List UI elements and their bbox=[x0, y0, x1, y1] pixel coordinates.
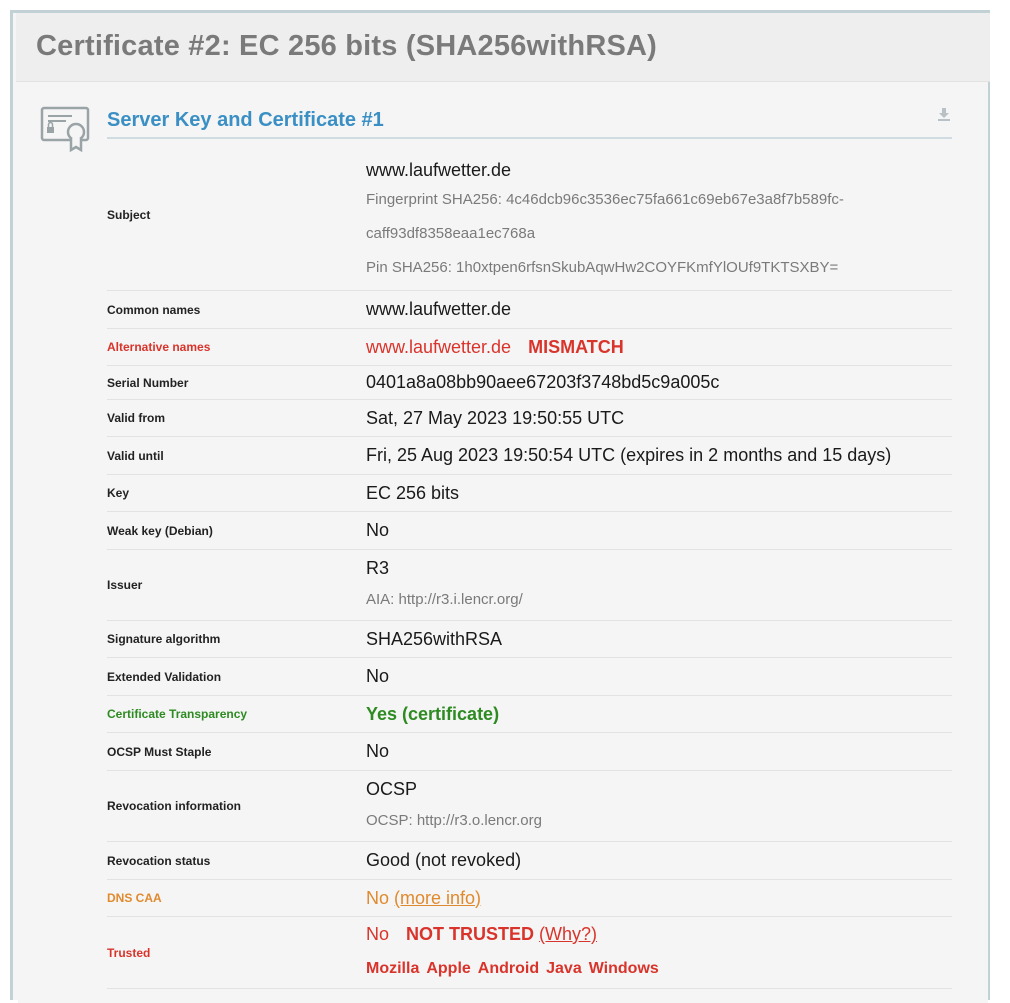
row-value-dns-caa: No (more info) bbox=[366, 880, 952, 916]
issuer-value: R3 bbox=[366, 558, 390, 578]
row-label-dns-caa: DNS CAA bbox=[107, 891, 162, 905]
report-frame: Certificate #2: EC 256 bits (SHA256withR… bbox=[10, 10, 990, 1003]
row-label-subject: Subject bbox=[107, 207, 151, 222]
issuer-aia: AIA: http://r3.i.lencr.org/ bbox=[366, 591, 523, 608]
certificate-panel: Server Key and Certificate #1 Subject ww… bbox=[18, 82, 988, 1003]
trust-store-list: Mozilla Apple Android Java Windows bbox=[366, 957, 952, 978]
row-subject: Subject www.laufwetter.de Fingerprint SH… bbox=[107, 139, 952, 291]
row-alternative-names: Alternative names www.laufwetter.de MISM… bbox=[107, 329, 952, 366]
trust-store-windows: Windows bbox=[588, 960, 659, 977]
row-extended-validation: Extended Validation No bbox=[107, 658, 952, 696]
row-value-revocation-information: OCSP OCSP: http://r3.o.lencr.org bbox=[366, 771, 952, 841]
row-label-alternative-names: Alternative names bbox=[107, 340, 211, 354]
fingerprint-line-2: caff93df8358eaa1ec768a bbox=[366, 225, 536, 242]
certificate-details-table: Subject www.laufwetter.de Fingerprint SH… bbox=[107, 139, 952, 989]
valid-from-value: Sat, 27 May 2023 19:50:55 UTC bbox=[366, 407, 625, 428]
row-label-weak-key: Weak key (Debian) bbox=[107, 523, 213, 538]
row-label-serial-number: Serial Number bbox=[107, 375, 189, 390]
dns-caa-more-info-link[interactable]: (more info) bbox=[394, 888, 481, 908]
row-label-certificate-transparency: Certificate Transparency bbox=[107, 707, 248, 721]
key-value: EC 256 bits bbox=[366, 482, 460, 503]
trust-store-apple: Apple bbox=[426, 960, 471, 977]
row-label-signature-algorithm: Signature algorithm bbox=[107, 632, 221, 646]
row-label-revocation-information: Revocation information bbox=[107, 799, 242, 813]
pin-sha256: Pin SHA256: 1h0xtpen6rfsnSkubAqwHw2COYFK… bbox=[366, 259, 839, 276]
row-label-common-names: Common names bbox=[107, 302, 201, 317]
page-title: Certificate #2: EC 256 bits (SHA256withR… bbox=[36, 30, 657, 62]
alternative-names-value: www.laufwetter.de bbox=[366, 336, 512, 357]
valid-until-value: Fri, 25 Aug 2023 19:50:54 UTC (expires i… bbox=[366, 445, 892, 465]
revocation-status-value: Good (not revoked) bbox=[366, 850, 522, 870]
row-ocsp-must-staple: OCSP Must Staple No bbox=[107, 733, 952, 771]
trust-store-java: Java bbox=[546, 960, 582, 977]
row-common-names: Common names www.laufwetter.de bbox=[107, 291, 952, 329]
row-valid-until: Valid until Fri, 25 Aug 2023 19:50:54 UT… bbox=[107, 437, 952, 475]
serial-number-value: 0401a8a08bb90aee67203f3748bd5c9a005c bbox=[366, 372, 720, 392]
row-label-valid-until: Valid until bbox=[107, 448, 164, 463]
row-label-issuer: Issuer bbox=[107, 578, 143, 592]
row-value-subject: www.laufwetter.de Fingerprint SHA256: 4c… bbox=[366, 139, 952, 290]
certificate-transparency-value: Yes (certificate) bbox=[366, 703, 500, 724]
row-label-revocation-status: Revocation status bbox=[107, 853, 211, 868]
certificate-header: Certificate #2: EC 256 bits (SHA256withR… bbox=[16, 13, 990, 82]
row-key: Key EC 256 bits bbox=[107, 475, 952, 512]
trust-store-mozilla: Mozilla bbox=[366, 960, 420, 977]
row-certificate-transparency: Certificate Transparency Yes (certificat… bbox=[107, 696, 952, 733]
weak-key-value: No bbox=[366, 520, 390, 540]
row-value-alternative-names: www.laufwetter.de MISMATCH bbox=[366, 329, 952, 365]
row-trusted: Trusted No NOT TRUSTED (Why?) Mozilla App… bbox=[107, 917, 952, 989]
row-serial-number: Serial Number 0401a8a08bb90aee67203f3748… bbox=[107, 366, 952, 400]
row-label-valid-from: Valid from bbox=[107, 411, 166, 425]
subject-value: www.laufwetter.de bbox=[366, 160, 512, 180]
dns-caa-value: No bbox=[366, 887, 390, 908]
trusted-value: No bbox=[366, 924, 390, 944]
row-label-extended-validation: Extended Validation bbox=[107, 669, 222, 684]
row-weak-key: Weak key (Debian) No bbox=[107, 512, 952, 550]
row-revocation-information: Revocation information OCSP OCSP: http:/… bbox=[107, 771, 952, 842]
row-label-trusted: Trusted bbox=[107, 945, 151, 960]
certificate-icon bbox=[40, 106, 90, 152]
row-signature-algorithm: Signature algorithm SHA256withRSA bbox=[107, 621, 952, 658]
common-names-value: www.laufwetter.de bbox=[366, 299, 512, 319]
ocsp-url: OCSP: http://r3.o.lencr.org bbox=[366, 812, 542, 829]
not-trusted-badge: NOT TRUSTED bbox=[406, 924, 535, 944]
section-title: Server Key and Certificate #1 bbox=[107, 107, 952, 139]
row-label-ocsp-must-staple: OCSP Must Staple bbox=[107, 744, 212, 759]
row-label-key: Key bbox=[107, 486, 130, 500]
ocsp-must-staple-value: No bbox=[366, 741, 390, 761]
extended-validation-value: No bbox=[366, 666, 390, 686]
mismatch-badge: MISMATCH bbox=[528, 336, 624, 357]
row-dns-caa: DNS CAA No (more info) bbox=[107, 880, 952, 917]
trust-store-android: Android bbox=[477, 960, 540, 977]
signature-algorithm-value: SHA256withRSA bbox=[366, 628, 503, 649]
fingerprint-line-1: Fingerprint SHA256: 4c46dcb96c3536ec75fa… bbox=[366, 191, 844, 208]
revocation-information-value: OCSP bbox=[366, 779, 418, 799]
row-value-issuer: R3 AIA: http://r3.i.lencr.org/ bbox=[366, 550, 952, 620]
section-title-text: Server Key and Certificate #1 bbox=[107, 109, 384, 131]
why-link[interactable]: (Why?) bbox=[539, 924, 597, 944]
row-issuer: Issuer R3 AIA: http://r3.i.lencr.org/ bbox=[107, 550, 952, 621]
row-revocation-status: Revocation status Good (not revoked) bbox=[107, 842, 952, 880]
row-value-trusted: No NOT TRUSTED (Why?) Mozilla Apple Androi… bbox=[366, 917, 952, 988]
row-valid-from: Valid from Sat, 27 May 2023 19:50:55 UTC bbox=[107, 400, 952, 437]
